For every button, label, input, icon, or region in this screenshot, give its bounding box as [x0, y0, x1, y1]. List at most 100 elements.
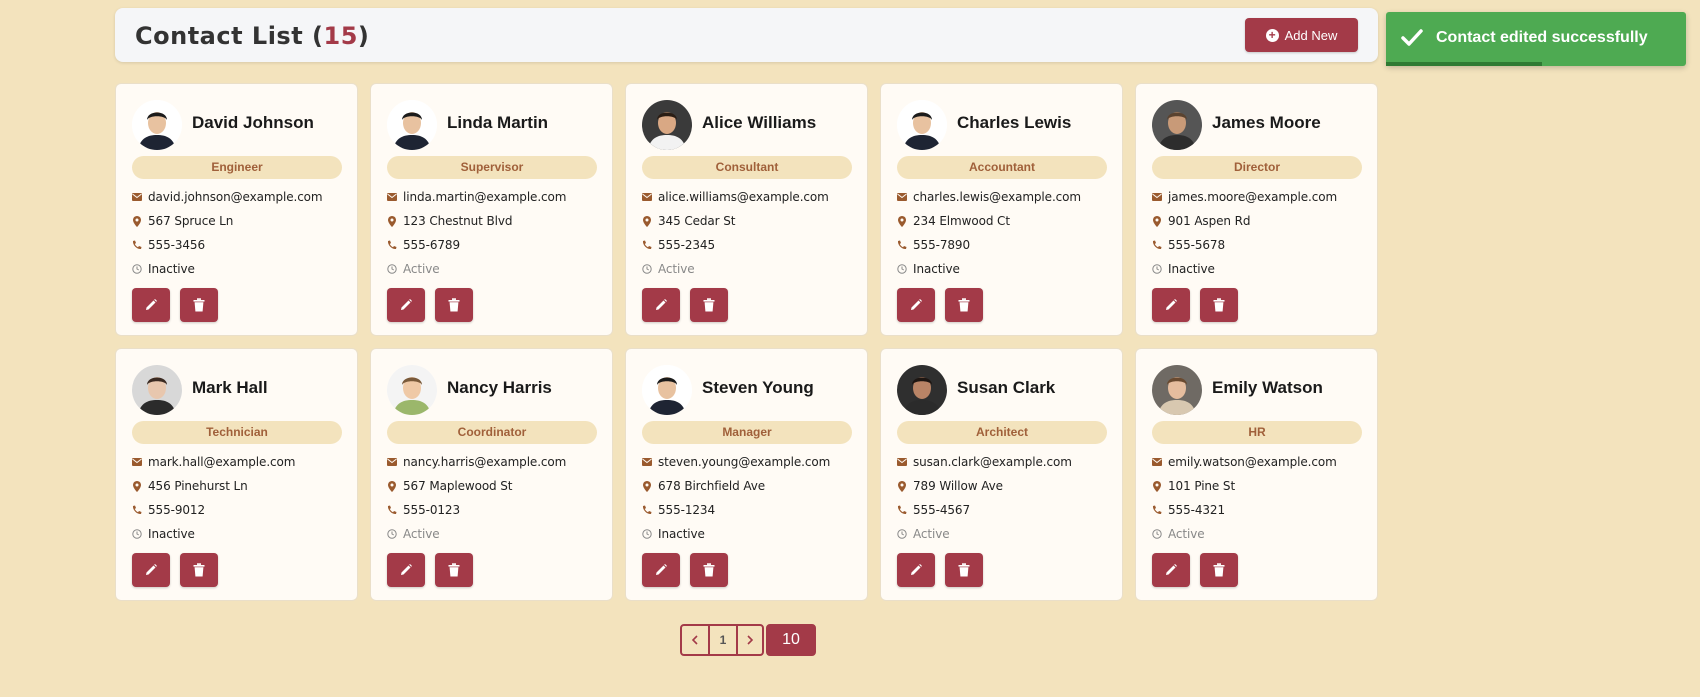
- card-actions: [387, 288, 473, 322]
- delete-button[interactable]: [180, 553, 218, 587]
- contact-phone: 555-2345: [658, 238, 715, 252]
- status-row: Active: [897, 527, 950, 541]
- edit-button[interactable]: [387, 553, 425, 587]
- map-pin-icon: [387, 215, 397, 227]
- envelope-icon: [1152, 458, 1162, 466]
- contact-status: Active: [1168, 527, 1205, 541]
- trash-icon: [448, 563, 460, 577]
- avatar: [387, 100, 437, 150]
- email-row: james.moore@example.com: [1152, 190, 1337, 204]
- delete-button[interactable]: [435, 288, 473, 322]
- contact-email: alice.williams@example.com: [658, 190, 829, 204]
- trash-icon: [1213, 298, 1225, 312]
- edit-button[interactable]: [132, 553, 170, 587]
- contact-email: charles.lewis@example.com: [913, 190, 1081, 204]
- delete-button[interactable]: [180, 288, 218, 322]
- envelope-icon: [897, 193, 907, 201]
- contact-address: 901 Aspen Rd: [1168, 214, 1251, 228]
- trash-icon: [703, 563, 715, 577]
- clock-icon: [897, 264, 907, 274]
- next-page-button[interactable]: [736, 624, 764, 656]
- clock-icon: [897, 529, 907, 539]
- add-new-label: Add New: [1284, 27, 1338, 43]
- envelope-icon: [642, 193, 652, 201]
- toast-progress-bar: [1386, 62, 1542, 66]
- envelope-icon: [387, 193, 397, 201]
- page-number-button[interactable]: 1: [710, 624, 736, 656]
- edit-button[interactable]: [1152, 553, 1190, 587]
- contact-status: Inactive: [148, 527, 195, 541]
- add-new-button[interactable]: + Add New: [1245, 18, 1358, 52]
- delete-button[interactable]: [1200, 553, 1238, 587]
- page-header: Contact List (15) + Add New: [115, 8, 1378, 62]
- email-row: susan.clark@example.com: [897, 455, 1072, 469]
- contact-name: David Johnson: [192, 113, 314, 132]
- envelope-icon: [1152, 193, 1162, 201]
- edit-button[interactable]: [642, 288, 680, 322]
- address-row: 123 Chestnut Blvd: [387, 214, 512, 228]
- phone-icon: [132, 240, 142, 250]
- contact-name: James Moore: [1212, 113, 1321, 132]
- role-badge: Technician: [132, 421, 342, 444]
- delete-button[interactable]: [690, 553, 728, 587]
- email-row: linda.martin@example.com: [387, 190, 566, 204]
- check-icon: [1401, 29, 1423, 46]
- contact-card: James Moore Director james.moore@example…: [1135, 83, 1378, 336]
- map-pin-icon: [387, 480, 397, 492]
- pencil-icon: [656, 299, 667, 310]
- delete-button[interactable]: [945, 288, 983, 322]
- chevron-left-icon: [691, 635, 698, 645]
- chevron-right-icon: [747, 635, 754, 645]
- role-badge: Director: [1152, 156, 1362, 179]
- contact-status: Inactive: [148, 262, 195, 276]
- phone-icon: [1152, 505, 1162, 515]
- pencil-icon: [1166, 299, 1177, 310]
- clock-icon: [132, 529, 142, 539]
- role-badge: Architect: [897, 421, 1107, 444]
- address-row: 567 Maplewood St: [387, 479, 513, 493]
- pencil-icon: [911, 564, 922, 575]
- phone-row: 555-4321: [1152, 503, 1225, 517]
- phone-icon: [642, 505, 652, 515]
- email-row: charles.lewis@example.com: [897, 190, 1081, 204]
- delete-button[interactable]: [690, 288, 728, 322]
- address-row: 789 Willow Ave: [897, 479, 1003, 493]
- edit-button[interactable]: [642, 553, 680, 587]
- status-row: Active: [387, 262, 440, 276]
- trash-icon: [193, 298, 205, 312]
- clock-icon: [387, 264, 397, 274]
- success-toast[interactable]: Contact edited successfully: [1386, 12, 1686, 66]
- edit-button[interactable]: [132, 288, 170, 322]
- map-pin-icon: [642, 215, 652, 227]
- edit-button[interactable]: [897, 288, 935, 322]
- phone-icon: [1152, 240, 1162, 250]
- contact-phone: 555-0123: [403, 503, 460, 517]
- email-row: alice.williams@example.com: [642, 190, 829, 204]
- status-row: Active: [1152, 527, 1205, 541]
- contact-card: David Johnson Engineer david.johnson@exa…: [115, 83, 358, 336]
- delete-button[interactable]: [1200, 288, 1238, 322]
- contact-phone: 555-6789: [403, 238, 460, 252]
- role-badge: Accountant: [897, 156, 1107, 179]
- contact-name: Mark Hall: [192, 378, 268, 397]
- contact-phone: 555-7890: [913, 238, 970, 252]
- edit-button[interactable]: [387, 288, 425, 322]
- map-pin-icon: [1152, 215, 1162, 227]
- edit-button[interactable]: [1152, 288, 1190, 322]
- delete-button[interactable]: [435, 553, 473, 587]
- page-size-select[interactable]: 10: [766, 624, 816, 656]
- pencil-icon: [1166, 564, 1177, 575]
- edit-button[interactable]: [897, 553, 935, 587]
- clock-icon: [387, 529, 397, 539]
- prev-page-button[interactable]: [680, 624, 710, 656]
- contact-address: 234 Elmwood Ct: [913, 214, 1010, 228]
- phone-row: 555-5678: [1152, 238, 1225, 252]
- address-row: 234 Elmwood Ct: [897, 214, 1010, 228]
- delete-button[interactable]: [945, 553, 983, 587]
- contact-status: Inactive: [1168, 262, 1215, 276]
- role-badge: Consultant: [642, 156, 852, 179]
- trash-icon: [1213, 563, 1225, 577]
- avatar: [1152, 100, 1202, 150]
- card-actions: [642, 288, 728, 322]
- phone-icon: [387, 240, 397, 250]
